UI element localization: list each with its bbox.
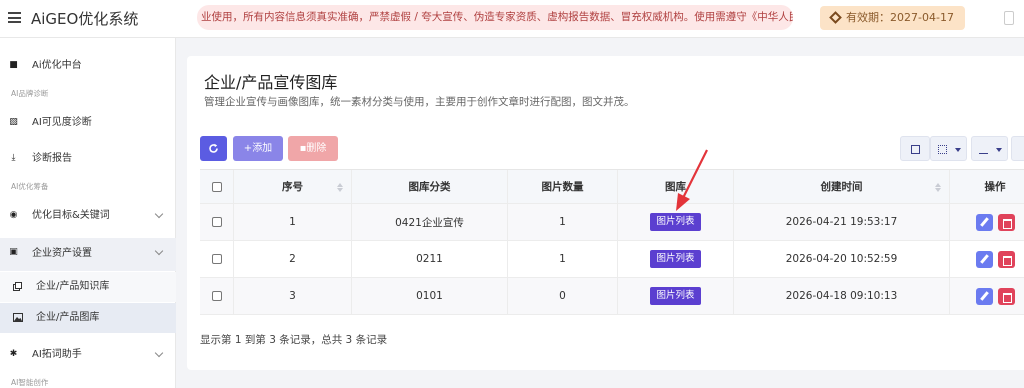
annotation-arrow bbox=[676, 149, 708, 211]
arrow-head bbox=[676, 193, 690, 211]
arrow-shaft bbox=[681, 149, 708, 201]
